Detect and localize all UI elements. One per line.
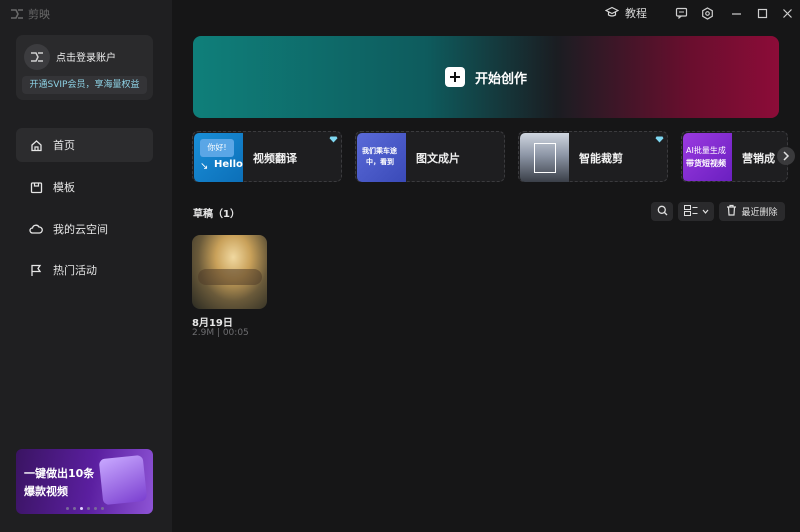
flag-icon (29, 263, 43, 277)
draft-date: 8月19日 (192, 318, 233, 329)
nav-item-home[interactable]: 首页 (16, 128, 153, 162)
cloud-icon (29, 222, 43, 236)
nav-label: 我的云空间 (53, 223, 108, 236)
nav-label: 模板 (53, 181, 75, 194)
view-toggle-button[interactable] (678, 202, 714, 221)
tool-label: 视频翻译 (253, 152, 297, 165)
tool-text-to-video[interactable]: 我们乘车途 中，看到 图文成片 (355, 131, 505, 182)
thumb-text-2: 中，看到 (366, 158, 394, 166)
login-text[interactable]: 点击登录账户 (56, 49, 116, 64)
tool-label: 营销成 (742, 152, 775, 165)
svip-button[interactable]: 开通SVIP会员，享海量权益 (22, 76, 147, 94)
tools-next-button[interactable] (777, 147, 795, 165)
avatar[interactable] (24, 44, 50, 70)
pagination-dot[interactable] (86, 507, 90, 510)
tool-label: 智能裁剪 (579, 152, 623, 165)
smart-crop-thumbnail (520, 133, 569, 182)
pagination-dot[interactable] (72, 507, 76, 510)
vip-diamond-icon (655, 136, 664, 143)
search-icon (657, 205, 668, 219)
recently-deleted-label: 最近删除 (741, 208, 778, 218)
start-creating-label: 开始创作 (474, 71, 527, 87)
main-area: 教程 开始创作 你好! Hello ↘ 视频翻译 我们乘车途 中，看到 图文成片… (172, 0, 800, 532)
plus-icon (444, 67, 465, 87)
settings-icon[interactable] (699, 5, 715, 21)
tutorial-button[interactable]: 教程 (604, 5, 647, 21)
nav-item-events[interactable]: 热门活动 (16, 253, 153, 287)
promo-line-2: 爆款视频 (24, 485, 68, 498)
tool-label: 图文成片 (416, 152, 460, 165)
tool-video-translate[interactable]: 你好! Hello ↘ 视频翻译 (192, 131, 342, 182)
maximize-icon[interactable] (754, 5, 770, 21)
nav-item-template[interactable]: 模板 (16, 170, 153, 204)
tool-smart-crop[interactable]: 智能裁剪 (518, 131, 668, 182)
pagination-dot[interactable] (93, 507, 97, 510)
marketing-video-thumbnail: AI批量生成 带货短视频 (683, 133, 732, 181)
tool-marketing-video[interactable]: AI批量生成 带货短视频 营销成 (681, 131, 788, 182)
draft-meta: 2.9M | 00:05 (192, 328, 249, 338)
promo-pagination[interactable] (16, 507, 153, 510)
app-name: 剪映 (28, 8, 50, 21)
crop-frame-icon (534, 143, 556, 173)
minimize-icon[interactable] (728, 5, 744, 21)
promo-illustration (98, 454, 148, 506)
text-to-video-thumbnail: 我们乘车途 中，看到 (357, 133, 406, 182)
app-title: 剪映 (10, 6, 50, 22)
nav-item-cloud[interactable]: 我的云空间 (16, 212, 153, 246)
sidebar: 剪映 点击登录账户 开通SVIP会员，享海量权益 首页 模板 我的云空间 热门活… (0, 0, 172, 532)
grid-view-icon (683, 204, 698, 219)
promo-line-1: 一键做出10条 (24, 467, 95, 480)
trash-icon (726, 204, 737, 219)
thumb-text-2: Hello (214, 159, 243, 170)
draft-thumbnail[interactable] (192, 235, 267, 309)
video-translate-thumbnail: 你好! Hello ↘ (194, 133, 243, 182)
nav-label: 首页 (53, 139, 75, 152)
graduation-cap-icon (604, 6, 620, 21)
capcut-logo-icon (10, 8, 24, 20)
thumb-text-1: AI批量生成 (686, 146, 726, 155)
thumb-text-1: 你好! (200, 139, 234, 157)
search-button[interactable] (651, 202, 673, 221)
promo-banner[interactable]: 一键做出10条 爆款视频 (16, 449, 153, 514)
thumb-text-1: 我们乘车途 (362, 147, 397, 155)
login-card[interactable]: 点击登录账户 开通SVIP会员，享海量权益 (16, 35, 153, 100)
start-creating-button[interactable]: 开始创作 (193, 36, 779, 118)
template-icon (29, 180, 43, 194)
home-icon (29, 138, 43, 152)
close-icon[interactable] (779, 5, 795, 21)
drafts-title: 草稿（1） (193, 209, 240, 220)
arrow-return-icon: ↘ (200, 161, 209, 172)
thumb-text-2: 带货短视频 (686, 159, 726, 168)
pagination-dot[interactable] (79, 507, 83, 510)
vip-diamond-icon (329, 136, 338, 143)
chevron-down-icon (702, 207, 709, 217)
tutorial-label: 教程 (625, 7, 647, 20)
nav-label: 热门活动 (53, 264, 97, 277)
thumbnail-scene (198, 269, 262, 285)
feedback-icon[interactable] (673, 5, 689, 21)
pagination-dot[interactable] (65, 507, 69, 510)
pagination-dot[interactable] (100, 507, 104, 510)
recently-deleted-button[interactable]: 最近删除 (719, 202, 785, 221)
